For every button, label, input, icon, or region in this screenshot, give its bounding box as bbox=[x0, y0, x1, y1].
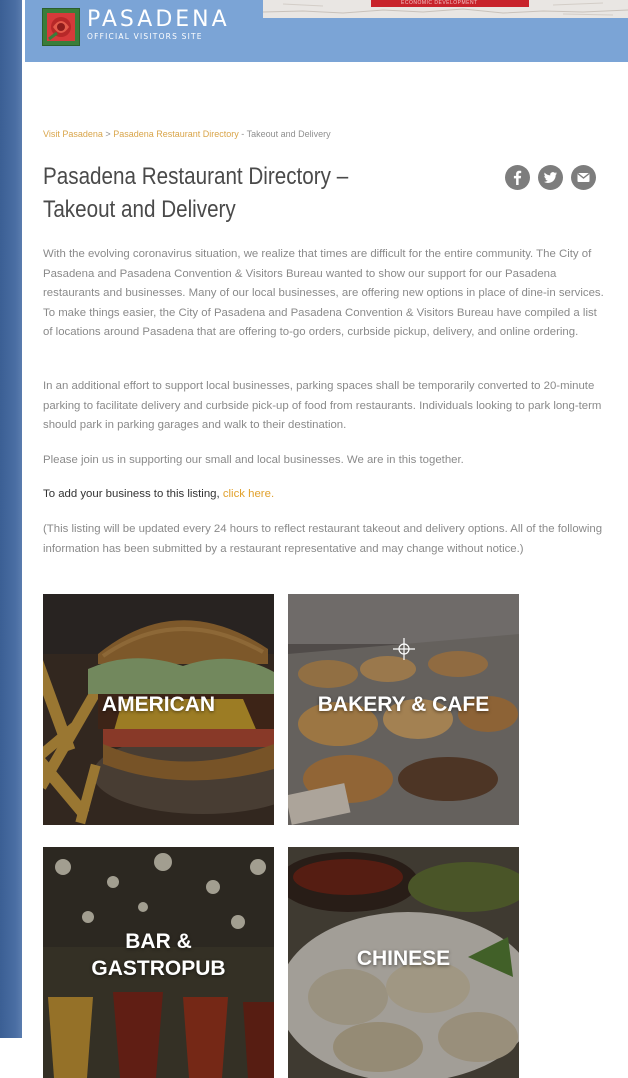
cta-text: To add your business to this listing, bbox=[43, 488, 220, 500]
breadcrumb-current: Takeout and Delivery bbox=[246, 129, 331, 139]
pasadena-rose-logo-icon[interactable] bbox=[42, 8, 80, 46]
disclaimer-paragraph: (This listing will be updated every 24 h… bbox=[43, 523, 603, 555]
breadcrumb: Visit Pasadena > Pasadena Restaurant Dir… bbox=[43, 129, 331, 139]
category-label-chinese: CHINESE bbox=[356, 947, 451, 970]
facebook-share-button[interactable] bbox=[505, 165, 530, 190]
intro-paragraph: With the evolving coronavirus situation,… bbox=[43, 248, 604, 338]
breadcrumb-separator: > bbox=[105, 129, 111, 139]
breadcrumb-directory-link[interactable]: Pasadena Restaurant Directory bbox=[113, 129, 239, 139]
facebook-icon bbox=[513, 170, 522, 185]
category-label-gastropub: GASTROPUB bbox=[91, 957, 226, 980]
page-title: Pasadena Restaurant Directory – Takeout … bbox=[43, 163, 349, 223]
support-paragraph: Please join us in supporting our small a… bbox=[43, 454, 464, 466]
brand-name[interactable]: PASADENA bbox=[87, 9, 230, 31]
add-business-cta: To add your business to this listing, cl… bbox=[43, 485, 274, 504]
email-icon bbox=[577, 172, 590, 182]
twitter-share-button[interactable] bbox=[538, 165, 563, 190]
twitter-icon bbox=[543, 172, 557, 183]
mouse-cursor-crosshair-icon bbox=[393, 638, 415, 660]
breadcrumb-separator: - bbox=[241, 129, 245, 139]
category-label-bakery-cafe: BAKERY & CAFE bbox=[317, 693, 490, 716]
category-tile-chinese[interactable]: CHINESE bbox=[288, 847, 519, 1078]
window-left-edge bbox=[0, 0, 22, 1038]
category-label-bar: BAR & bbox=[125, 930, 192, 953]
click-here-link[interactable]: click here. bbox=[223, 488, 274, 500]
category-tile-bakery-cafe[interactable]: BAKERY & CAFE bbox=[288, 594, 519, 825]
category-tile-bar-gastropub[interactable]: BAR & GASTROPUB bbox=[43, 847, 274, 1078]
site-header: PASADENA OFFICIAL VISITORS SITE ECONOMIC… bbox=[25, 0, 628, 62]
top-banner[interactable]: ECONOMIC DEVELOPMENT bbox=[263, 0, 628, 18]
banner-red-strip: ECONOMIC DEVELOPMENT bbox=[371, 0, 529, 7]
parking-paragraph: In an additional effort to support local… bbox=[43, 380, 602, 431]
banner-text: ECONOMIC DEVELOPMENT bbox=[401, 0, 478, 6]
category-label-american: AMERICAN bbox=[101, 693, 216, 716]
breadcrumb-home-link[interactable]: Visit Pasadena bbox=[43, 129, 103, 139]
category-tile-american[interactable]: AMERICAN bbox=[43, 594, 274, 825]
brand-tagline: OFFICIAL VISITORS SITE bbox=[87, 32, 203, 41]
email-share-button[interactable] bbox=[571, 165, 596, 190]
